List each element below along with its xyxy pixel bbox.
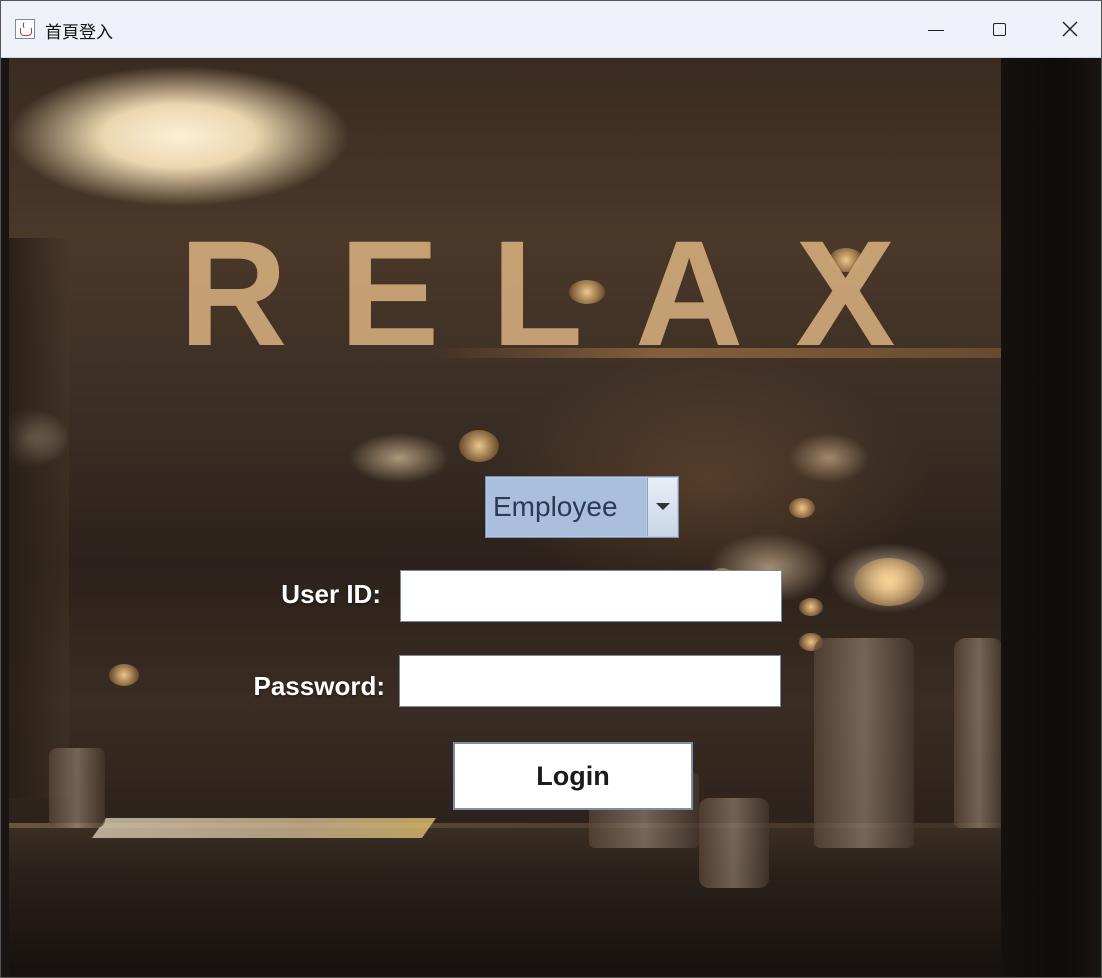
relax-logo: RELAX [179,209,948,377]
background-counter [9,828,1001,977]
window-title: 首頁登入 [45,23,113,43]
user-id-field[interactable] [400,570,782,622]
login-panel: RELAX Employee User ID: Password: Login [9,58,1101,977]
maximize-button[interactable] [964,1,1034,57]
role-select-value[interactable]: Employee [487,478,646,536]
minimize-icon [928,29,944,31]
background-menu-card [91,818,437,838]
background-vase [699,798,769,888]
close-icon [1062,21,1078,37]
background-bokeh [799,598,823,616]
role-select[interactable]: Employee [485,476,679,538]
close-button[interactable] [1035,1,1102,57]
login-button[interactable]: Login [453,742,693,810]
user-id-label: User ID: [281,579,381,609]
password-label: Password: [253,671,386,701]
background-bokeh [459,430,499,462]
background-bottle [954,638,1004,828]
role-select-arrow-button[interactable] [647,478,677,536]
maximize-icon [992,22,1006,36]
background-window-frame [1001,58,1101,977]
background-wall [9,238,69,798]
password-field[interactable] [399,655,781,707]
java-cup-icon [15,19,35,39]
title-bar[interactable]: 首頁登入 [1,1,1101,58]
chevron-down-icon [656,503,670,510]
background-bokeh [854,558,924,606]
background-vase [49,748,105,828]
background-bottle [814,638,914,848]
background-bokeh [109,664,139,686]
background-bokeh [789,498,815,518]
login-window: 首頁登入 RELAX Employee User ID: Password: L… [0,0,1102,978]
minimize-button[interactable] [901,1,971,57]
